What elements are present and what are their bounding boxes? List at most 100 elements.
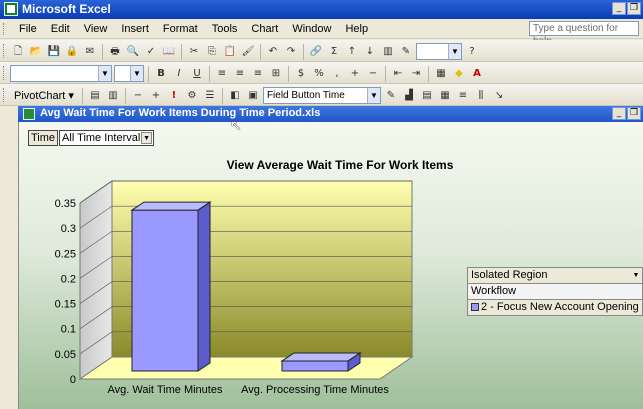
- hyperlink-icon[interactable]: 🔗: [308, 44, 324, 60]
- print-icon[interactable]: 🖶: [107, 44, 123, 60]
- bold-icon[interactable]: B: [153, 66, 169, 82]
- print-preview-icon[interactable]: 🔍: [125, 44, 141, 60]
- italic-icon[interactable]: I: [171, 66, 187, 82]
- time-field-button[interactable]: Time: [28, 130, 59, 146]
- align-right-icon[interactable]: ≡: [250, 66, 266, 82]
- percent-icon[interactable]: %: [311, 66, 327, 82]
- zoom-select[interactable]: ▼: [416, 43, 462, 60]
- menu-grip[interactable]: [3, 23, 6, 35]
- format-report-icon[interactable]: ▤: [87, 88, 103, 104]
- workbook-restore-button[interactable]: ❐: [627, 107, 641, 120]
- font-size-select[interactable]: ▼: [114, 65, 144, 82]
- toolbar-grip[interactable]: [3, 88, 6, 102]
- app-title-bar: Microsoft Excel _ ❐: [0, 0, 643, 19]
- spelling-icon[interactable]: ✓: [143, 44, 159, 60]
- email-icon[interactable]: ✉: [82, 44, 98, 60]
- save-icon[interactable]: 💾: [46, 44, 62, 60]
- menu-item-file[interactable]: File: [12, 23, 44, 35]
- cut-icon[interactable]: ✂: [186, 44, 202, 60]
- redo-icon[interactable]: ↷: [283, 44, 299, 60]
- region-field-button[interactable]: Isolated Region ▼: [467, 267, 643, 284]
- bar-1[interactable]: [130, 201, 212, 372]
- menu-item-format[interactable]: Format: [156, 23, 205, 35]
- menu-item-view[interactable]: View: [77, 23, 115, 35]
- decrease-indent-icon[interactable]: ⇤: [390, 66, 406, 82]
- by-column-icon[interactable]: ⫼: [473, 88, 489, 104]
- increase-decimal-icon[interactable]: +: [347, 66, 363, 82]
- bar-face: [131, 209, 199, 372]
- copy-icon[interactable]: ⎘: [204, 44, 220, 60]
- decrease-decimal-icon[interactable]: −: [365, 66, 381, 82]
- hide-detail-icon[interactable]: −: [130, 88, 146, 104]
- separator: [148, 65, 149, 82]
- by-row-icon[interactable]: ≡: [455, 88, 471, 104]
- fill-color-icon[interactable]: ◆: [451, 66, 467, 82]
- chart-wizard-icon[interactable]: ▥: [380, 44, 396, 60]
- bar-2[interactable]: [280, 352, 362, 372]
- chart-objects-select[interactable]: Field Button Time ▼: [262, 87, 381, 104]
- data-table-icon[interactable]: ▦: [437, 88, 453, 104]
- legend[interactable]: Isolated Region ▼ Workflow 2 - Focus New…: [467, 267, 643, 316]
- separator: [181, 43, 182, 60]
- chart-type-icon[interactable]: ▟: [401, 88, 417, 104]
- open-icon[interactable]: 📂: [28, 44, 44, 60]
- formatting-toolbar: ▼ ▼ B I U ≡ ≡ ≡ ⊞ $ % , + − ⇤ ⇥ ▦ ◆ A: [0, 62, 643, 84]
- font-color-icon[interactable]: A: [469, 66, 485, 82]
- pivotchart-toolbar: PivotChart ▾ ▤ ▥ − + ! ⚙ ☰ ◧ ▣ Field But…: [0, 84, 643, 106]
- comma-icon[interactable]: ,: [329, 66, 345, 82]
- paste-icon[interactable]: 📋: [222, 44, 238, 60]
- region-field-label: Isolated Region: [471, 269, 548, 281]
- drawing-icon[interactable]: ✎: [398, 44, 414, 60]
- permission-icon[interactable]: 🔒: [64, 44, 80, 60]
- app-title: Microsoft Excel: [22, 2, 111, 16]
- underline-icon[interactable]: U: [189, 66, 205, 82]
- help-search-input[interactable]: Type a question for help: [529, 21, 639, 47]
- chart-wizard-icon[interactable]: ▥: [105, 88, 121, 104]
- legend-entry[interactable]: 2 - Focus New Account Opening: [467, 299, 643, 316]
- restore-button[interactable]: ❐: [627, 2, 641, 15]
- increase-indent-icon[interactable]: ⇥: [408, 66, 424, 82]
- show-detail-icon[interactable]: +: [148, 88, 164, 104]
- chevron-down-icon[interactable]: ▼: [141, 132, 153, 144]
- undo-icon[interactable]: ↶: [265, 44, 281, 60]
- y-tick-label: 0.35: [55, 198, 76, 210]
- angle-text-icon[interactable]: ↘: [491, 88, 507, 104]
- format-selection-icon[interactable]: ✎: [383, 88, 399, 104]
- time-field-dropdown[interactable]: All Time Interval ▼: [59, 130, 155, 146]
- menu-item-insert[interactable]: Insert: [114, 23, 156, 35]
- bar-chart[interactable]: 0 0.05 0.1 0.15 0.2 0.25 0.3 0.35 Avg. Wait Time…: [40, 180, 460, 409]
- menu-item-tools[interactable]: Tools: [205, 23, 245, 35]
- minimize-button[interactable]: _: [612, 2, 626, 15]
- merge-center-icon[interactable]: ⊞: [268, 66, 284, 82]
- research-icon[interactable]: 📖: [161, 44, 177, 60]
- chart-title[interactable]: View Average Wait Time For Work Items: [150, 158, 530, 172]
- format-painter-icon[interactable]: 🖌: [240, 44, 256, 60]
- chevron-down-icon[interactable]: ▼: [631, 270, 641, 281]
- new-icon[interactable]: 🗋: [10, 44, 26, 60]
- font-name-select[interactable]: ▼: [10, 65, 112, 82]
- menu-item-window[interactable]: Window: [285, 23, 338, 35]
- refresh-icon[interactable]: !: [166, 88, 182, 104]
- currency-icon[interactable]: $: [293, 66, 309, 82]
- align-left-icon[interactable]: ≡: [214, 66, 230, 82]
- sort-ascending-icon[interactable]: ↑: [344, 44, 360, 60]
- align-center-icon[interactable]: ≡: [232, 66, 248, 82]
- toolbar-grip[interactable]: [3, 44, 6, 58]
- menu-item-chart[interactable]: Chart: [244, 23, 285, 35]
- legend-icon[interactable]: ▤: [419, 88, 435, 104]
- help-icon[interactable]: ?: [464, 44, 480, 60]
- menu-item-help[interactable]: Help: [338, 23, 375, 35]
- autosum-icon[interactable]: Σ: [326, 44, 342, 60]
- toolbar-grip[interactable]: [3, 66, 6, 80]
- series-field-button[interactable]: Workflow: [467, 283, 643, 300]
- field-list-icon[interactable]: ☰: [202, 88, 218, 104]
- borders-icon[interactable]: ▦: [433, 66, 449, 82]
- pivotchart-menu-button[interactable]: PivotChart ▾: [10, 89, 78, 102]
- format-chart-icon[interactable]: ▣: [245, 88, 261, 104]
- bar-face: [280, 352, 362, 362]
- field-settings-icon[interactable]: ⚙: [184, 88, 200, 104]
- sort-descending-icon[interactable]: ↓: [362, 44, 378, 60]
- chart-objects-icon[interactable]: ◧: [227, 88, 243, 104]
- workbook-minimize-button[interactable]: _: [612, 107, 626, 120]
- menu-item-edit[interactable]: Edit: [44, 23, 77, 35]
